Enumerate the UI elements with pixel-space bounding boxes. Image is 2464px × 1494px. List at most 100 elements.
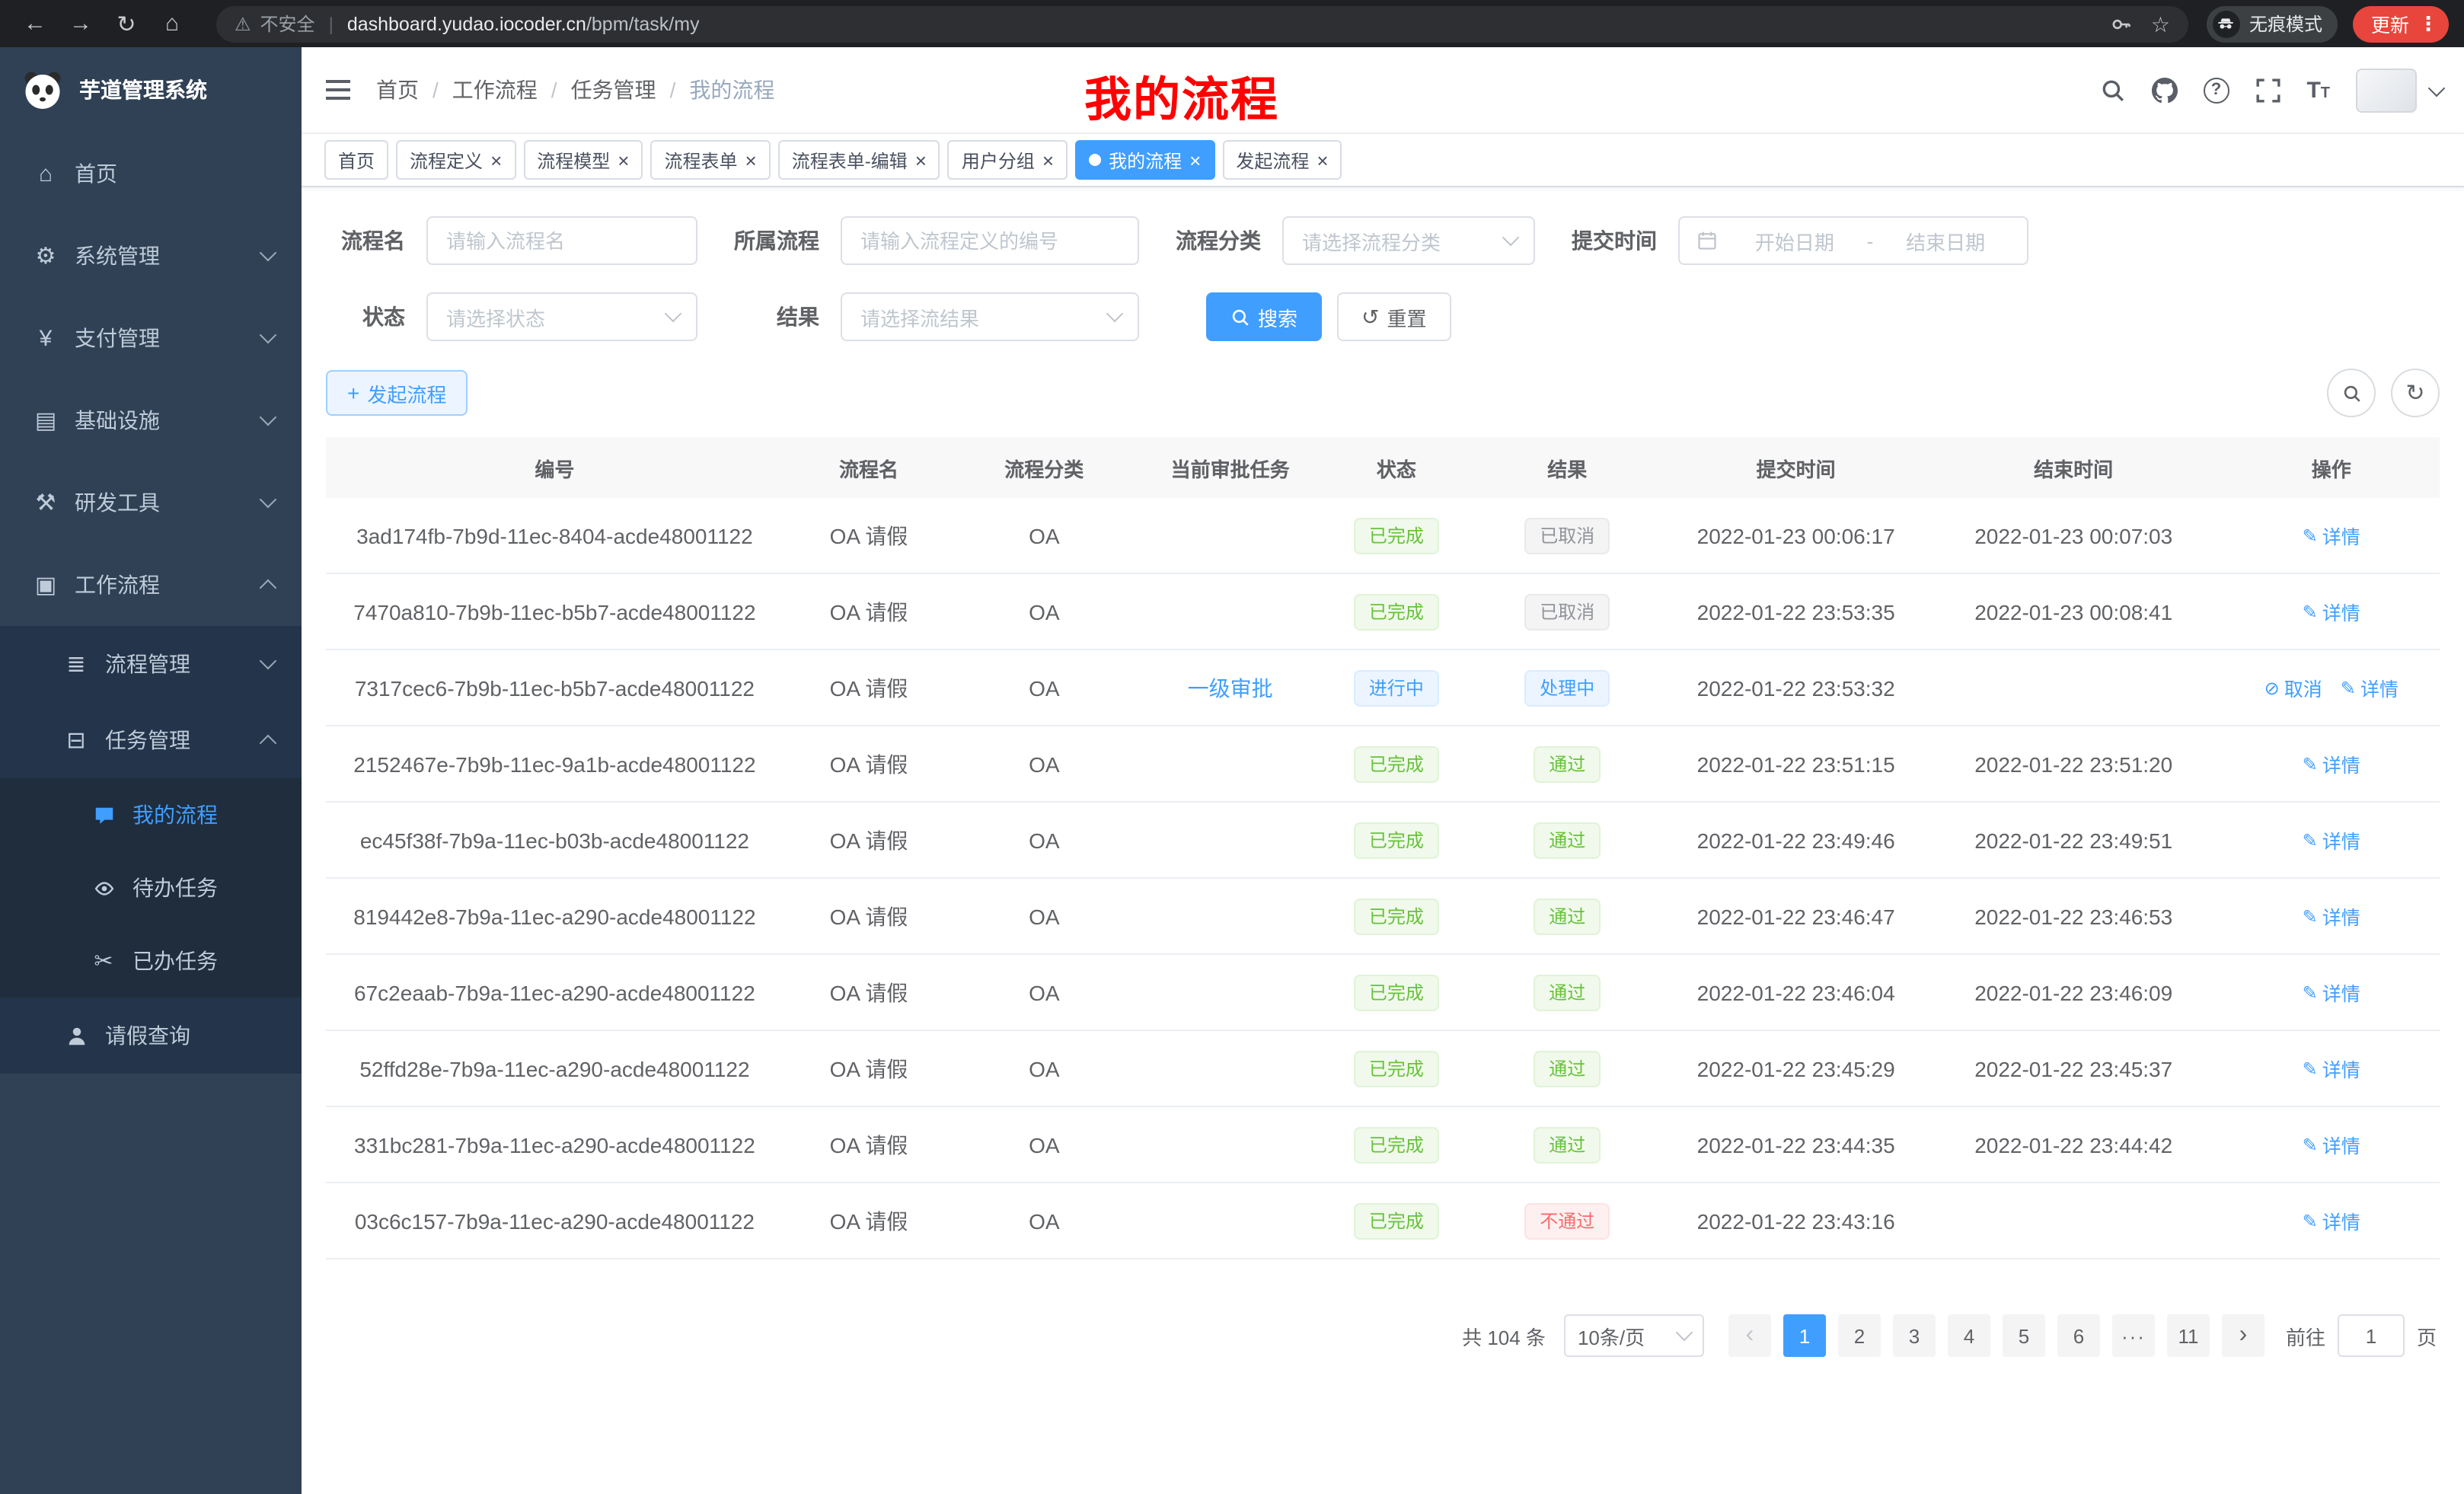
github-icon[interactable] (2151, 77, 2177, 103)
app-logo[interactable]: 芋道管理系统 (0, 47, 302, 132)
page-size-value: 10条/页 (1578, 1321, 1645, 1350)
category-cell: OA (954, 1030, 1134, 1106)
detail-link[interactable]: ✎详情 (2303, 597, 2360, 626)
detail-link[interactable]: ✎详情 (2303, 825, 2360, 854)
tab-4[interactable]: 流程表单-编辑× (778, 140, 940, 180)
breadcrumb-item[interactable]: 任务管理 (571, 75, 656, 105)
goto-label: 前往 (2286, 1321, 2325, 1350)
current-task-cell (1134, 1030, 1326, 1106)
home-button[interactable]: ⌂ (152, 4, 192, 43)
back-button[interactable]: ← (15, 4, 55, 43)
sidebar-item-system-mgmt[interactable]: ⚙系统管理 (0, 215, 302, 297)
table-row: 7470a810-7b9b-11ec-b5b7-acde48001122OA 请… (326, 573, 2440, 650)
reload-button[interactable]: ↻ (107, 4, 146, 43)
pagination: 共 104 条10条/页‹123456···11›前往页 (326, 1314, 2437, 1418)
tab-3[interactable]: 流程表单× (650, 140, 770, 180)
tab-6[interactable]: 我的流程× (1075, 140, 1214, 180)
cancel-link[interactable]: ⊘取消 (2265, 673, 2322, 702)
page-button-11[interactable]: 11 (2167, 1314, 2210, 1357)
hamburger-icon[interactable] (323, 75, 353, 105)
breadcrumb-item[interactable]: 首页 (376, 75, 419, 105)
page-button-6[interactable]: 6 (2057, 1314, 2100, 1357)
sidebar-item-done-tasks[interactable]: ✂已办任务 (0, 924, 302, 998)
forward-button[interactable]: → (61, 4, 101, 43)
tab-close-icon[interactable]: × (1042, 150, 1054, 170)
update-button[interactable]: 更新 ⋮ (2353, 5, 2449, 42)
process-name-cell: OA 请假 (784, 726, 954, 802)
next-page-button[interactable]: › (2222, 1314, 2265, 1357)
sidebar-item-my-process[interactable]: 我的流程 (0, 778, 302, 851)
browser-menu-dots-icon[interactable]: ⋮ (2418, 11, 2438, 36)
process-definition-input[interactable] (841, 216, 1139, 265)
end-date-input[interactable]: 结束日期 (1876, 226, 2015, 255)
page-button-1[interactable]: 1 (1783, 1314, 1826, 1357)
end-time-cell: 2022-01-23 00:08:41 (1924, 573, 2223, 650)
tab-2[interactable]: 流程模型× (523, 140, 643, 180)
sidebar-item-leave-query[interactable]: 请假查询 (0, 998, 302, 1074)
search-icon[interactable] (2099, 77, 2125, 103)
tab-5[interactable]: 用户分组× (948, 140, 1068, 180)
sidebar-item-workflow[interactable]: ▣工作流程 (0, 544, 302, 626)
more-pages-button[interactable]: ··· (2112, 1314, 2155, 1357)
detail-link[interactable]: ✎详情 (2303, 521, 2360, 550)
tab-close-icon[interactable]: × (1317, 150, 1328, 170)
goto-page-input[interactable] (2338, 1314, 2405, 1357)
sidebar-item-payment-mgmt[interactable]: ¥支付管理 (0, 297, 302, 379)
sidebar-item-infrastructure[interactable]: ▤基础设施 (0, 379, 302, 461)
chevron-down-icon (1676, 1324, 1693, 1342)
tab-1[interactable]: 流程定义× (396, 140, 515, 180)
submit-time-range[interactable]: 开始日期-结束日期 (1678, 216, 2028, 265)
create-process-button[interactable]: + 发起流程 (326, 370, 468, 416)
avatar[interactable] (2356, 68, 2417, 112)
key-icon[interactable] (2111, 13, 2133, 34)
detail-link[interactable]: ✎详情 (2341, 673, 2399, 702)
bookmark-star-icon[interactable]: ☆ (2151, 13, 2170, 34)
tab-0[interactable]: 首页 (324, 140, 388, 180)
current-task-link[interactable]: 一级审批 (1188, 675, 1273, 700)
process-name-cell: OA 请假 (784, 954, 954, 1030)
tab-close-icon[interactable]: × (1189, 150, 1201, 170)
select-placeholder: 请选择流结果 (860, 302, 979, 331)
tab-close-icon[interactable]: × (490, 150, 502, 170)
sidebar-item-todo-tasks[interactable]: 待办任务 (0, 851, 302, 924)
process-name-input[interactable] (426, 216, 697, 265)
result-select[interactable]: 请选择流结果 (841, 292, 1139, 341)
header-actions: ? TT (2099, 68, 2464, 112)
detail-link[interactable]: ✎详情 (2303, 1206, 2360, 1235)
sidebar-item-process-mgmt[interactable]: ≣流程管理 (0, 626, 302, 702)
page-size-select[interactable]: 10条/页 (1564, 1314, 1704, 1357)
tab-close-icon[interactable]: × (915, 150, 927, 170)
sidebar-item-home[interactable]: ⌂首页 (0, 132, 302, 215)
detail-link[interactable]: ✎详情 (2303, 1130, 2360, 1159)
tab-7[interactable]: 发起流程× (1222, 140, 1342, 180)
page-button-3[interactable]: 3 (1893, 1314, 1936, 1357)
sidebar-item-dev-tools[interactable]: ⚒研发工具 (0, 461, 302, 544)
tab-close-icon[interactable]: × (618, 150, 629, 170)
toggle-search-button[interactable] (2327, 369, 2376, 417)
status-select[interactable]: 请选择状态 (426, 292, 697, 341)
tabs-bar: 首页流程定义×流程模型×流程表单×流程表单-编辑×用户分组×我的流程×发起流程× (302, 134, 2464, 187)
search-button[interactable]: 搜索 (1206, 292, 1322, 341)
breadcrumb-item[interactable]: 工作流程 (452, 75, 538, 105)
page-button-2[interactable]: 2 (1838, 1314, 1881, 1357)
tab-close-icon[interactable]: × (745, 150, 757, 170)
detail-link[interactable]: ✎详情 (2303, 978, 2360, 1007)
status-cell: 已完成 (1326, 802, 1467, 878)
fullscreen-icon[interactable] (2255, 77, 2280, 103)
sidebar-item-task-mgmt[interactable]: ⊟任务管理 (0, 702, 302, 778)
prev-page-button[interactable]: ‹ (1728, 1314, 1771, 1357)
detail-link[interactable]: ✎详情 (2303, 1054, 2360, 1083)
detail-link[interactable]: ✎详情 (2303, 749, 2360, 778)
detail-link[interactable]: ✎详情 (2303, 902, 2360, 931)
help-icon[interactable]: ? (2203, 77, 2229, 103)
refresh-button[interactable]: ↻ (2391, 369, 2440, 417)
address-bar[interactable]: ⚠ 不安全 | dashboard.yudao.iocoder.cn/bpm/t… (216, 5, 2188, 42)
process-category-select[interactable]: 请选择流程分类 (1282, 216, 1535, 265)
result-badge: 通过 (1534, 974, 1601, 1010)
page-button-5[interactable]: 5 (2003, 1314, 2045, 1357)
page-button-4[interactable]: 4 (1948, 1314, 1990, 1357)
start-date-input[interactable]: 开始日期 (1725, 226, 1864, 255)
reset-button[interactable]: ↺重置 (1337, 292, 1451, 341)
chevron-down-icon[interactable] (2428, 79, 2446, 97)
font-size-icon[interactable]: TT (2306, 78, 2330, 101)
